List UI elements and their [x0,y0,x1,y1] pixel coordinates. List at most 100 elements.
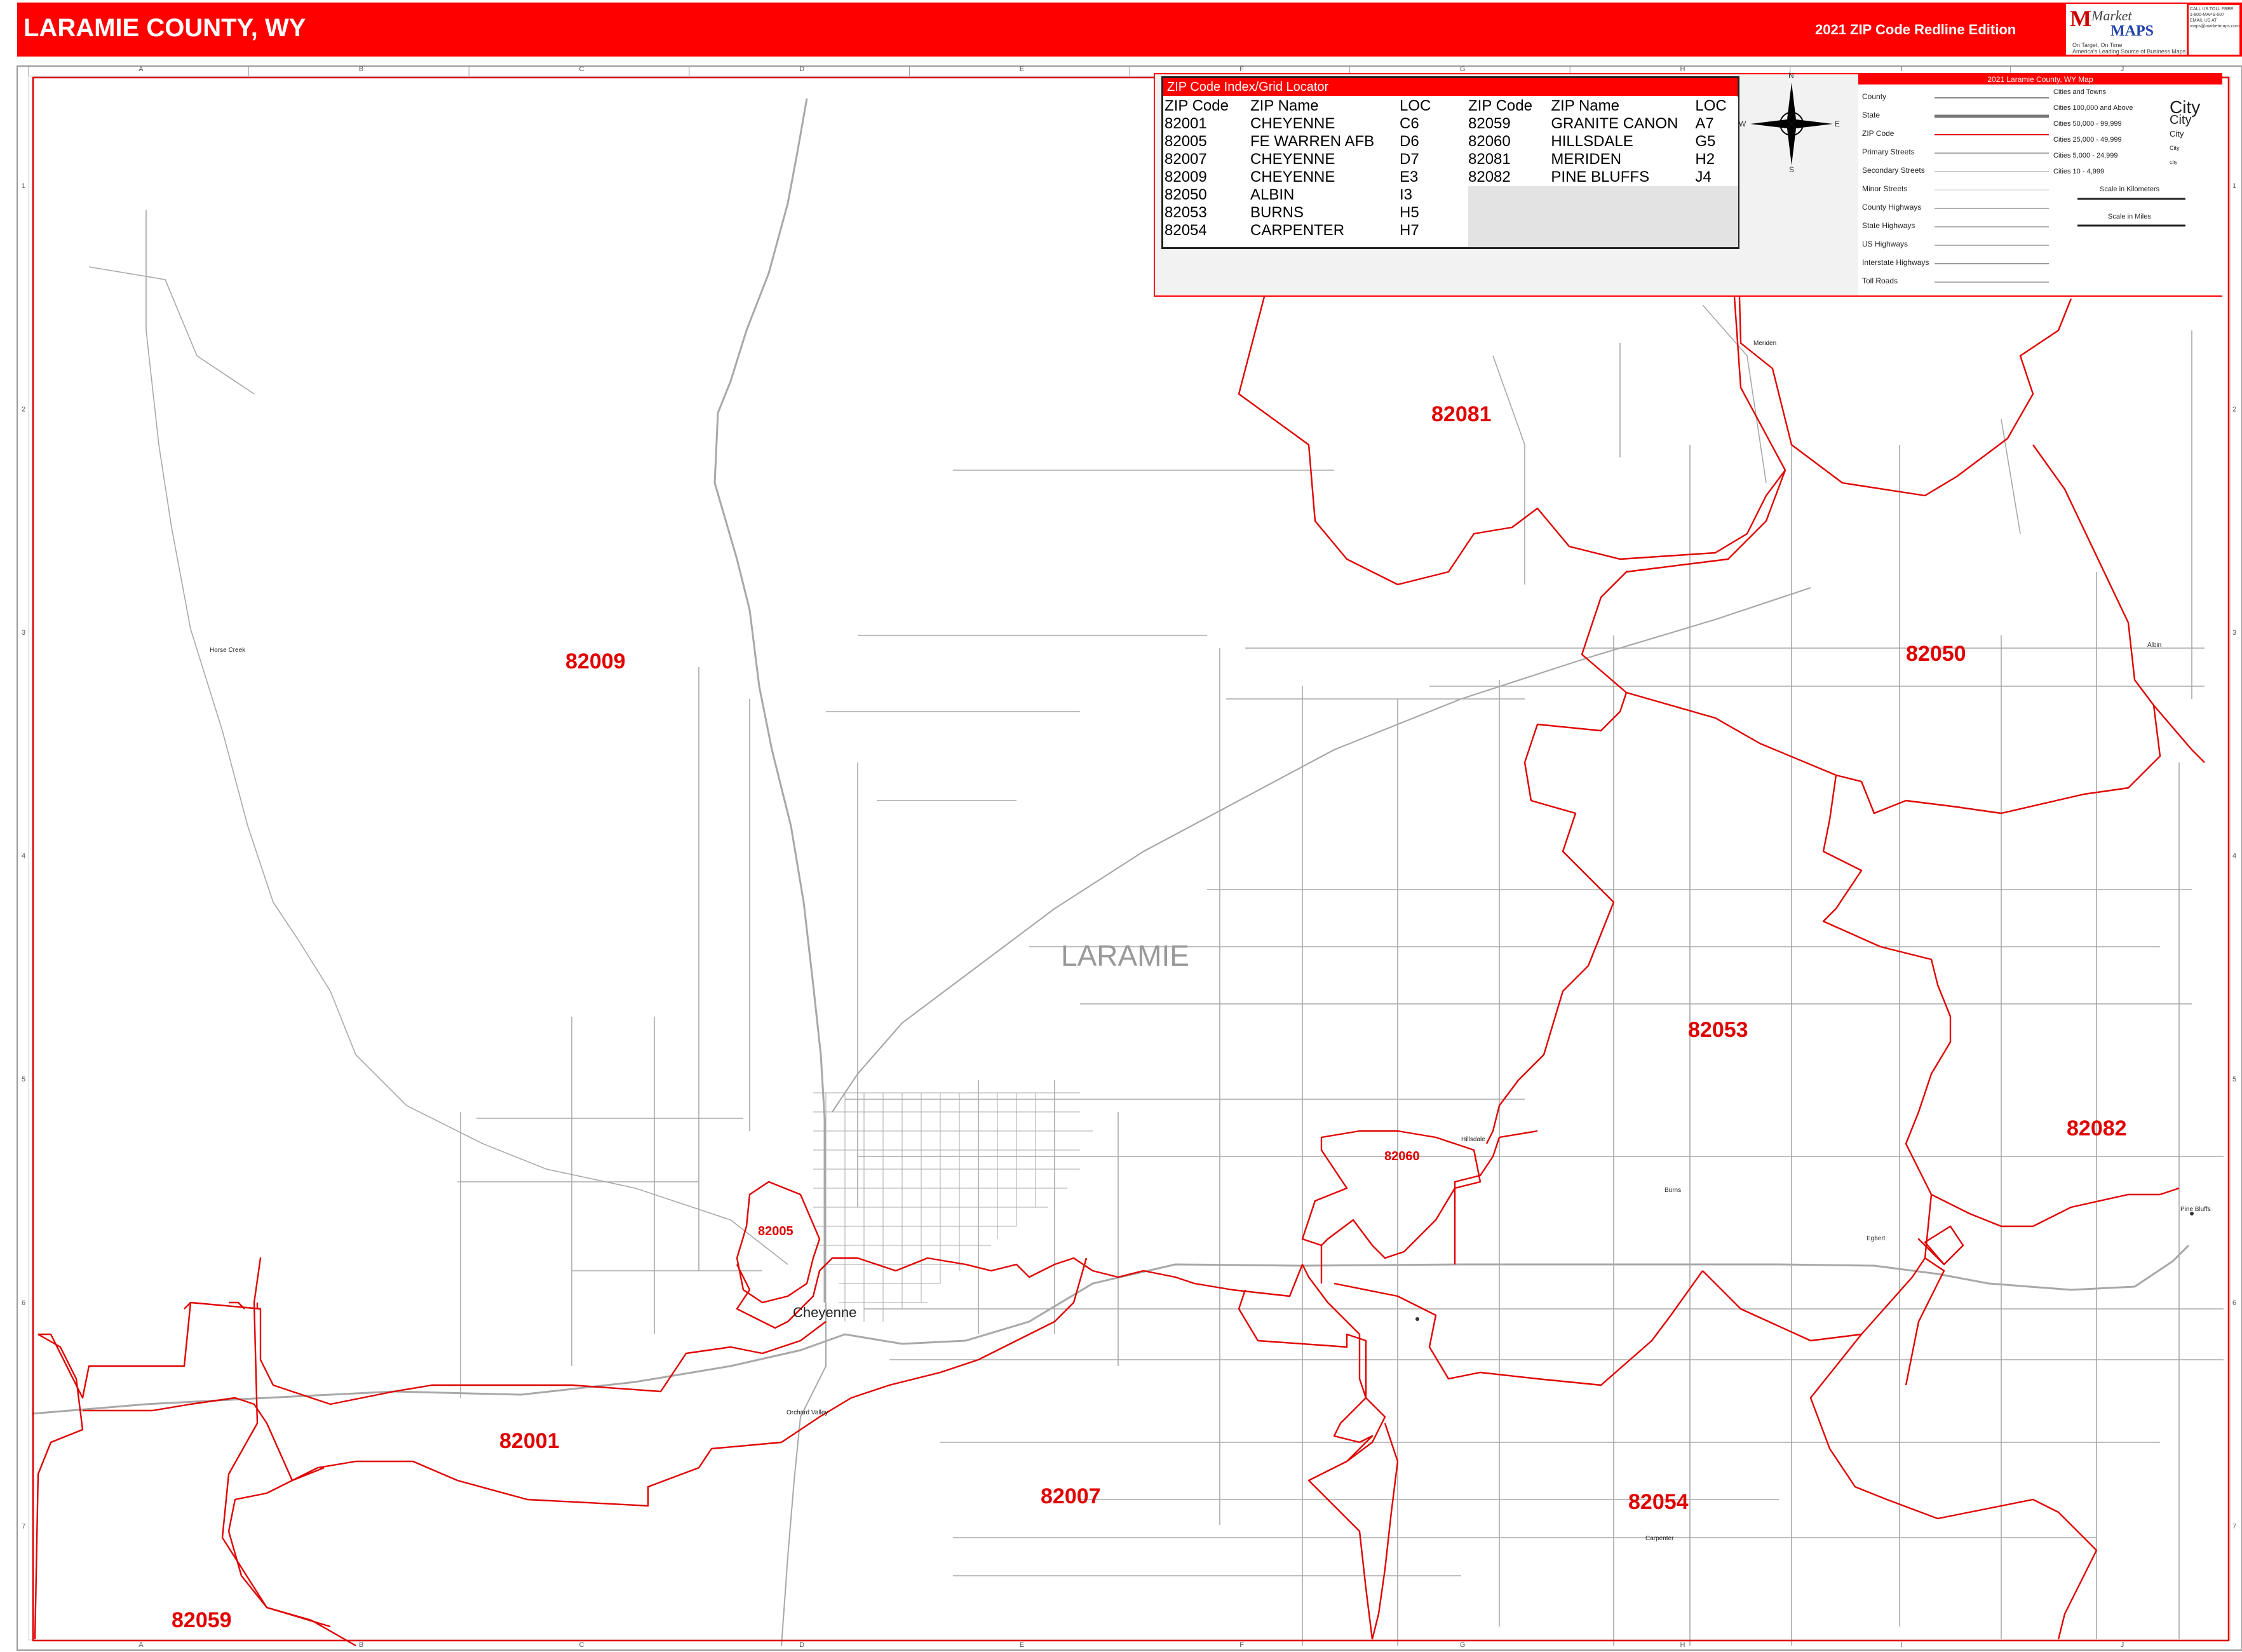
legend-item: US Highways [1862,240,1908,248]
grid-column-label: H [1680,1641,1685,1649]
city-hillsdale: Hillsdale [1461,1136,1485,1143]
grid-row-label: 5 [2232,1076,2236,1083]
grid-loc-cell: J4 [1695,168,1712,186]
grid-column-label: J [2121,1641,2124,1649]
grid-loc-cell: G5 [1695,133,1716,150]
grid-row-label: 2 [22,405,25,413]
city-carpenter: Carpenter [1645,1535,1674,1542]
grid-column-label: I [1900,65,1902,73]
grid-column-label: I [1900,1641,1902,1649]
column-header: ZIP Name [1551,97,1619,114]
grid-column-label: C [579,65,584,73]
grid-row-label: 3 [2232,629,2236,637]
zip-name-cell: CHEYENNE [1250,151,1335,168]
zip-index-left-column: ZIP Code ZIP Name LOC 82001 CHEYENNE C6 820… [1165,97,1447,247]
zip-code-cell: 82060 [1468,133,1511,150]
grid-column-label: J [2121,65,2124,73]
zip-code-cell: 82005 [1165,133,1207,150]
zip-code-cell: 82053 [1165,204,1207,221]
grid-row-label: 7 [2232,1522,2236,1530]
compass-north: N [1788,71,1794,80]
zip-index-row: 82059 GRANITE CANON A7 [1468,115,1738,133]
zip-index-row: 82082 PINE BLUFFS J4 [1468,168,1738,186]
zip-label-82050: 82050 [1906,642,1966,666]
legend-city-size-item: Cities and Towns [2053,88,2106,96]
grid-loc-cell: D6 [1400,133,1419,150]
zip-index-header-row: ZIP Code ZIP Name LOC [1468,97,1738,115]
legend-line-sample [1935,171,2049,172]
zip-code-cell: 82054 [1165,222,1207,239]
legend-line-sample [1935,208,2049,209]
grid-column-label: D [799,65,804,73]
column-header: ZIP Code [1165,97,1229,114]
edition-label: 2021 ZIP Code Redline Edition [1815,22,2016,37]
legend-item: Primary Streets [1862,147,1915,156]
grid-row-label: 1 [22,182,25,190]
zip-label-82082: 82082 [2067,1116,2127,1141]
contact-line: CALL US TOLL FREE [2190,7,2234,11]
city-horse-creek: Horse Creek [210,647,246,654]
grid-column-label: C [579,1641,584,1649]
legend-item: Toll Roads [1862,276,1898,285]
legend-city-sample: City [2170,129,2184,139]
grid-column-label: A [138,1641,144,1649]
compass-rose: N S E W [1739,71,1840,174]
logo-brand-market: Market [2091,8,2132,24]
zip-index-row: 82009 CHEYENNE E3 [1165,168,1447,186]
grid-column-label: B [359,1641,363,1649]
legend-city-sample: City [2170,145,2180,151]
zip-label-82060: 82060 [1384,1149,1420,1163]
zip-code-cell: 82081 [1468,151,1511,168]
legend-city-sample: City [2170,161,2178,165]
contact-info: CALL US TOLL FREE 1-800-MAPS-007 EMAIL U… [2189,5,2239,55]
zip-code-cell: 82007 [1165,151,1207,168]
grid-column-label: E [1020,1641,1024,1649]
legend-city-sample: City [2170,113,2192,127]
tagline-line-2: America's Leading Source of Business Map… [2072,48,2186,55]
grid-row-label: 4 [22,853,25,860]
grid-row-label: 6 [2232,1299,2236,1307]
column-header: ZIP Code [1468,97,1532,114]
zip-index-row: 82050 ALBIN I3 [1165,186,1447,204]
legend-line-sample [1935,189,2049,191]
legend-city-size-item: Cities 100,000 and Above [2053,104,2133,112]
legend-item: Minor Streets [1862,184,1908,193]
market-maps-logo: M Market MAPS On Target, On Time America… [2066,4,2187,55]
grid-row-label: 5 [22,1076,25,1083]
zip-label-82054: 82054 [1628,1490,1689,1514]
legend-item: ZIP Code [1862,129,1894,138]
legend-item: Interstate Highways [1862,258,1929,267]
grid-row-label: 6 [22,1299,25,1307]
contact-line: EMAIL US AT [2190,18,2217,23]
legend-item: County Highways [1862,203,1922,212]
compass-icon [1750,83,1833,165]
zip-code-cell: 82059 [1468,115,1511,132]
zip-name-cell: CHEYENNE [1250,168,1335,186]
legend-item: State [1862,111,1881,119]
zip-index-row: 82001 CHEYENNE C6 [1165,115,1447,133]
zip-name-cell: FE WARREN AFB [1250,133,1375,150]
grid-loc-cell: H5 [1400,204,1419,221]
map-legend: 2021 Laramie County, WY Map County State Z… [1858,74,2222,295]
legend-city-size-item: Cities 5,000 - 24,999 [2053,152,2118,159]
grid-column-label: G [1460,65,1466,73]
compass-west: W [1739,119,1746,128]
grid-column-label: F [1239,65,1244,73]
zip-label-82059: 82059 [172,1608,232,1632]
logo-mark-icon: M [2070,6,2091,31]
legend-line-sample [1935,263,2049,264]
contact-line: 1-800-MAPS-007 [2190,13,2225,17]
grid-loc-cell: C6 [1400,115,1419,132]
map-frame [17,65,2242,1651]
zip-index-row: 82005 FE WARREN AFB D6 [1165,133,1447,151]
legend-city-size-item: Cities 10 - 4,999 [2053,168,2105,175]
legend-line-sample [1935,114,2049,118]
zip-index-row: 82007 CHEYENNE D7 [1165,151,1447,168]
grid-column-label: H [1680,65,1685,73]
tagline-line-1: On Target, On Time [2072,42,2123,48]
city-burns: Burns [1665,1187,1681,1194]
grid-column-label: F [1239,1641,1244,1649]
legend-line-sample [1935,281,2049,283]
city-pine-bluffs: Pine Bluffs [2180,1206,2211,1213]
legend-line-sample [1935,245,2049,246]
